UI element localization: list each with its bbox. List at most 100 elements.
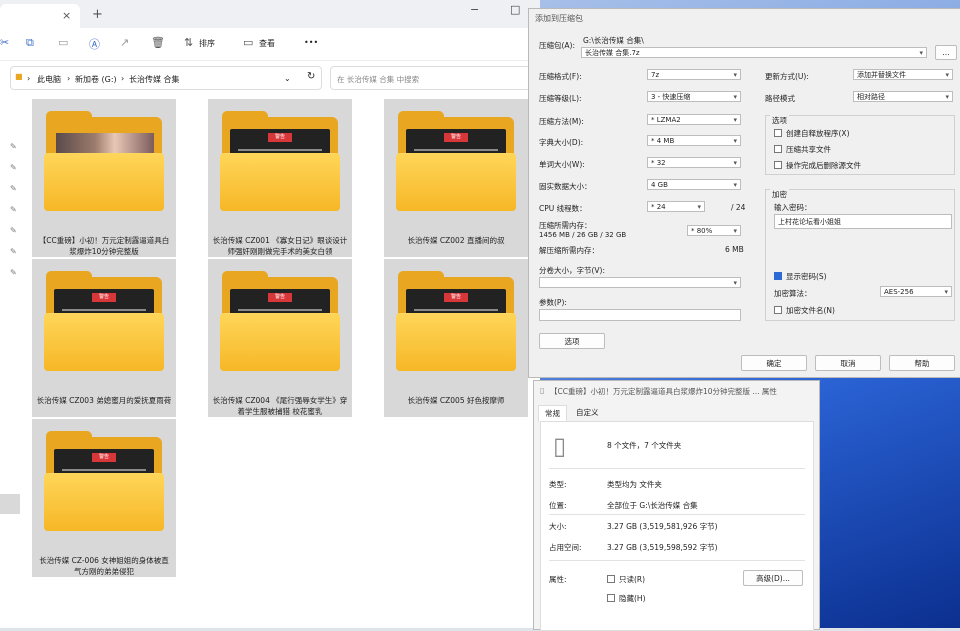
general-panel: ▯ 8 个文件，7 个文件夹 类型: 类型均为 文件夹 位置: 全部位于 G:\… <box>540 421 814 631</box>
breadcrumb-folder[interactable]: 长治传媒 合集 <box>129 74 180 85</box>
solid-select[interactable]: 4 GB ▾ <box>647 179 741 190</box>
demem-label: 解压缩所需内存： <box>539 246 599 255</box>
location-label: 位置: <box>549 501 567 510</box>
advanced-button[interactable]: 高级(D)... <box>743 570 803 586</box>
readonly-checkbox[interactable] <box>607 575 615 583</box>
split-select[interactable]: ▾ <box>539 277 741 288</box>
address-row: ■ › 此电脑 › 新加卷 (G:) › 长治传媒 合集 ⌄ ↻ 在 长治传媒 … <box>0 64 540 90</box>
encryption-group: 加密 输入密码： 上村花论坛看小姐姐 显示密码(S) 加密算法： AES-256… <box>765 189 955 321</box>
threads-label: CPU 线程数： <box>539 204 587 213</box>
folder-item[interactable]: 警告 长治传媒 CZ004 《尾行强辱女学生》穿着学生服被捕猎 校花蜜乳 <box>208 259 352 417</box>
warning-badge: 警告 <box>268 293 292 302</box>
method-select[interactable]: * LZMA2 ▾ <box>647 114 741 125</box>
share-icon[interactable]: ↗ <box>120 36 129 49</box>
new-tab-button[interactable]: + <box>92 7 103 22</box>
cancel-button[interactable]: 取消 <box>815 355 881 371</box>
folder-label: 长治传媒 CZ002 直播间的叔 <box>407 236 505 245</box>
cut-icon[interactable]: ✂ <box>0 36 9 49</box>
search-box[interactable]: 在 长治传媒 合集 中搜索 <box>330 66 540 90</box>
path-mode-label: 路径模式 <box>765 94 795 103</box>
tab-bar: × + − □ <box>0 0 540 28</box>
level-select[interactable]: 3 - 快速压缩 ▾ <box>647 91 741 102</box>
warning-badge: 警告 <box>444 133 468 142</box>
options-group-title: 选项 <box>770 115 789 126</box>
tab-general[interactable]: 常规 <box>538 405 567 422</box>
options-group: 选项 创建自释放程序(X) 压缩共享文件 操作完成后删除源文件 <box>765 115 955 175</box>
help-button[interactable]: 帮助 <box>889 355 955 371</box>
mem-pct-select[interactable]: * 80% ▾ <box>687 225 741 236</box>
password-input[interactable]: 上村花论坛看小姐姐 <box>774 214 952 229</box>
password-label: 输入密码： <box>774 203 812 212</box>
folder-item[interactable]: 警告 长治传媒 CZ001 《寡女日记》眼谈设计师强奸刚刚做完手术的美女白领 <box>208 99 352 257</box>
view-icon[interactable]: ▭ <box>243 36 253 49</box>
folder-item[interactable]: 【CC重磅】小初！万元定制露逼道具白浆爆炸10分钟完整版 <box>32 99 176 257</box>
dialog-title: 【CC重磅】小初！万元定制露逼道具白浆爆炸10分钟完整版 ... 属性 <box>550 387 777 396</box>
browse-button[interactable]: ... <box>935 45 957 60</box>
delete-source-checkbox[interactable] <box>774 161 782 169</box>
enc-method-select[interactable]: AES-256 ▾ <box>880 286 952 297</box>
rename-icon[interactable]: Ⓐ <box>89 36 100 52</box>
show-password-label: 显示密码(S) <box>786 272 827 281</box>
pin-icon: ✎ <box>10 184 17 193</box>
update-select[interactable]: 添加并替换文件 ▾ <box>853 69 953 80</box>
view-button[interactable]: 查看 <box>259 38 275 49</box>
warning-badge: 警告 <box>92 293 116 302</box>
encrypt-names-label: 加密文件名(N) <box>786 306 835 315</box>
sfx-checkbox[interactable] <box>774 129 782 137</box>
folder-label: 【CC重磅】小初！万元定制露逼道具白浆爆炸10分钟完整版 <box>38 236 170 256</box>
breadcrumb-drive[interactable]: 新加卷 (G:) <box>75 74 117 85</box>
sfx-label: 创建自释放程序(X) <box>786 129 850 138</box>
search-input[interactable]: 在 长治传媒 合集 中搜索 <box>337 74 419 85</box>
archive-name-combo[interactable]: 长治传媒 合集.7z ▾ <box>581 47 927 58</box>
path-mode-select[interactable]: 相对路径 ▾ <box>853 91 953 102</box>
delete-icon[interactable]: 🗑 <box>151 36 165 49</box>
folder-item[interactable]: 警告 长治传媒 CZ-006 女神姐姐的身体被直气方刚的弟弟侵犯 <box>32 419 176 577</box>
folder-item[interactable]: 警告 长治传媒 CZ002 直播间的叔 <box>384 99 528 257</box>
tab-close-button[interactable]: × <box>62 9 71 22</box>
word-label: 单词大小(W): <box>539 160 585 169</box>
options-button[interactable]: 选项 <box>539 333 605 349</box>
pin-icon: ✎ <box>10 247 17 256</box>
chevron-down-icon: ▾ <box>919 49 923 57</box>
minimize-button[interactable]: − <box>470 3 479 16</box>
format-select[interactable]: 7z ▾ <box>647 69 741 80</box>
params-input[interactable] <box>539 309 741 321</box>
type-value: 类型均为 文件夹 <box>607 480 662 489</box>
sort-icon[interactable]: ⇅ <box>184 36 193 49</box>
copy-icon[interactable]: ⧉ <box>26 36 34 50</box>
encryption-group-title: 加密 <box>770 189 789 200</box>
breadcrumb-this-pc[interactable]: 此电脑 <box>37 74 61 85</box>
hidden-label: 隐藏(H) <box>619 594 646 603</box>
dict-select[interactable]: * 4 MB ▾ <box>647 135 741 146</box>
tab-custom[interactable]: 自定义 <box>570 405 605 421</box>
nav-item-selected[interactable] <box>0 494 20 514</box>
explorer-tab[interactable]: × <box>0 4 80 28</box>
paste-icon[interactable]: ▭ <box>58 36 68 49</box>
ok-button[interactable]: 确定 <box>741 355 807 371</box>
files-icon: ▯ <box>553 432 567 460</box>
address-bar[interactable]: ■ › 此电脑 › 新加卷 (G:) › 长治传媒 合集 ⌄ ↻ <box>10 66 322 90</box>
folder-label: 长治传媒 CZ003 弟媳蜜月的爱抚夏雨荷 <box>36 396 172 405</box>
more-button[interactable]: ••• <box>304 38 318 47</box>
sort-button[interactable]: 排序 <box>199 38 215 49</box>
dialog-title: 添加到压缩包 <box>535 14 583 23</box>
mem-label: 压缩所需内存： <box>539 221 592 230</box>
hidden-checkbox[interactable] <box>607 594 615 602</box>
contents-summary: 8 个文件，7 个文件夹 <box>607 441 682 450</box>
archive-path: G:\长治传媒 合集\ <box>583 36 644 45</box>
word-select[interactable]: * 32 ▾ <box>647 157 741 168</box>
maximize-button[interactable]: □ <box>510 3 520 16</box>
split-label: 分卷大小，字节(V): <box>539 266 606 275</box>
folder-label: 长治传媒 CZ004 《尾行强辱女学生》穿着学生服被捕猎 校花蜜乳 <box>212 396 348 416</box>
encrypt-names-checkbox[interactable] <box>774 306 782 314</box>
folder-item[interactable]: 警告 长治传媒 CZ005 好色按摩师 <box>384 259 528 417</box>
chevron-down-icon[interactable]: ⌄ <box>284 74 291 83</box>
folder-item[interactable]: 警告 长治传媒 CZ003 弟媳蜜月的爱抚夏雨荷 <box>32 259 176 417</box>
threads-select[interactable]: * 24 ▾ <box>647 201 705 212</box>
breadcrumb-sep-icon: › <box>67 74 71 83</box>
folder-label: 长治传媒 CZ005 好色按摩师 <box>407 396 505 405</box>
delete-source-label: 操作完成后删除源文件 <box>786 161 861 170</box>
refresh-icon[interactable]: ↻ <box>307 71 315 82</box>
shared-checkbox[interactable] <box>774 145 782 153</box>
show-password-checkbox[interactable] <box>774 272 782 280</box>
